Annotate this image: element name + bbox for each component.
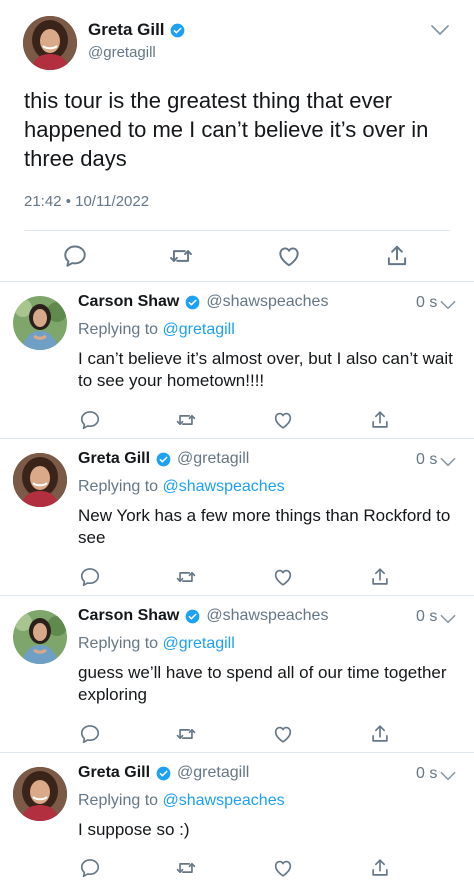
chevron-down-icon[interactable] bbox=[438, 452, 458, 477]
replying-to: Replying to @shawspeaches bbox=[78, 478, 285, 496]
chevron-down-icon[interactable] bbox=[438, 766, 458, 791]
reply-header: Greta Gill @gretagill bbox=[78, 450, 249, 468]
replying-to-prefix: Replying to bbox=[78, 792, 159, 809]
author-name[interactable]: Carson Shaw bbox=[78, 607, 179, 625]
tweet-actions bbox=[0, 242, 474, 270]
tweet-actions bbox=[0, 722, 474, 746]
chevron-down-icon[interactable] bbox=[438, 609, 458, 634]
reply-tweet[interactable]: Carson Shaw @shawspeaches 0 s Replying t… bbox=[0, 282, 474, 439]
avatar[interactable] bbox=[13, 296, 67, 350]
author-name[interactable]: Greta Gill bbox=[78, 450, 150, 468]
reply-tweet[interactable]: Greta Gill @gretagill 0 s Replying to @s… bbox=[0, 753, 474, 890]
share-icon[interactable] bbox=[383, 242, 411, 270]
replying-to-link[interactable]: @gretagill bbox=[163, 635, 235, 652]
tweet-actions bbox=[0, 565, 474, 589]
tweet-text: this tour is the greatest thing that eve… bbox=[24, 88, 429, 171]
main-tweet: Greta Gill @gretagill this tour is the g… bbox=[0, 0, 474, 282]
author-handle[interactable]: @gretagill bbox=[88, 44, 156, 61]
reply-header: Carson Shaw @shawspeaches bbox=[78, 607, 328, 625]
tweet-actions bbox=[0, 408, 474, 432]
replying-to: Replying to @gretagill bbox=[78, 635, 235, 653]
chevron-down-icon[interactable] bbox=[428, 18, 452, 47]
avatar[interactable] bbox=[13, 610, 67, 664]
reply-tweet[interactable]: Carson Shaw @shawspeaches 0 s Replying t… bbox=[0, 596, 474, 753]
retweet-icon[interactable] bbox=[174, 722, 198, 746]
share-icon[interactable] bbox=[368, 856, 392, 880]
reply-icon[interactable] bbox=[78, 408, 102, 432]
author-handle[interactable]: @gretagill bbox=[177, 450, 249, 468]
reply-icon[interactable] bbox=[78, 856, 102, 880]
chevron-down-icon[interactable] bbox=[438, 295, 458, 320]
retweet-icon[interactable] bbox=[174, 856, 198, 880]
like-icon[interactable] bbox=[271, 856, 295, 880]
retweet-icon[interactable] bbox=[167, 242, 195, 270]
avatar[interactable] bbox=[13, 453, 67, 507]
verified-badge-icon bbox=[170, 23, 185, 38]
tweet-actions bbox=[0, 856, 474, 880]
like-icon[interactable] bbox=[271, 565, 295, 589]
author-name-row[interactable]: Greta Gill bbox=[88, 20, 185, 40]
like-icon[interactable] bbox=[271, 722, 295, 746]
author-handle[interactable]: @gretagill bbox=[177, 764, 249, 782]
author-name[interactable]: Carson Shaw bbox=[78, 293, 179, 311]
like-icon[interactable] bbox=[275, 242, 303, 270]
author-name[interactable]: Greta Gill bbox=[78, 764, 150, 782]
time-ago: 0 s bbox=[416, 765, 438, 782]
reply-icon[interactable] bbox=[78, 722, 102, 746]
replying-to-prefix: Replying to bbox=[78, 635, 159, 652]
tweet-timestamp[interactable]: 21:42 • 10/11/2022 bbox=[24, 193, 149, 210]
verified-badge-icon bbox=[185, 609, 200, 624]
share-icon[interactable] bbox=[368, 565, 392, 589]
verified-badge-icon bbox=[156, 452, 171, 467]
retweet-icon[interactable] bbox=[174, 565, 198, 589]
reply-text: guess we’ll have to spend all of our tim… bbox=[78, 663, 447, 704]
time-ago: 0 s bbox=[416, 294, 438, 311]
reply-text: I suppose so :) bbox=[78, 820, 190, 839]
time-ago: 0 s bbox=[416, 608, 438, 625]
reply-text: New York has a few more things than Rock… bbox=[78, 506, 451, 547]
reply-header: Carson Shaw @shawspeaches bbox=[78, 293, 328, 311]
avatar[interactable] bbox=[13, 767, 67, 821]
replying-to: Replying to @gretagill bbox=[78, 321, 235, 339]
like-icon[interactable] bbox=[271, 408, 295, 432]
verified-badge-icon bbox=[156, 766, 171, 781]
reply-icon[interactable] bbox=[61, 242, 89, 270]
divider bbox=[24, 230, 450, 231]
replying-to-link[interactable]: @gretagill bbox=[163, 321, 235, 338]
verified-badge-icon bbox=[185, 295, 200, 310]
replying-to-prefix: Replying to bbox=[78, 478, 159, 495]
author-handle[interactable]: @shawspeaches bbox=[206, 293, 328, 311]
reply-icon[interactable] bbox=[78, 565, 102, 589]
author-name[interactable]: Greta Gill bbox=[88, 20, 165, 40]
share-icon[interactable] bbox=[368, 722, 392, 746]
reply-text: I can’t believe it’s almost over, but I … bbox=[78, 349, 453, 390]
retweet-icon[interactable] bbox=[174, 408, 198, 432]
replying-to-link[interactable]: @shawspeaches bbox=[163, 792, 285, 809]
avatar[interactable] bbox=[23, 16, 77, 70]
replying-to: Replying to @shawspeaches bbox=[78, 792, 285, 810]
replying-to-prefix: Replying to bbox=[78, 321, 159, 338]
author-handle[interactable]: @shawspeaches bbox=[206, 607, 328, 625]
time-ago: 0 s bbox=[416, 451, 438, 468]
reply-tweet[interactable]: Greta Gill @gretagill 0 s Replying to @s… bbox=[0, 439, 474, 596]
reply-header: Greta Gill @gretagill bbox=[78, 764, 249, 782]
share-icon[interactable] bbox=[368, 408, 392, 432]
replying-to-link[interactable]: @shawspeaches bbox=[163, 478, 285, 495]
